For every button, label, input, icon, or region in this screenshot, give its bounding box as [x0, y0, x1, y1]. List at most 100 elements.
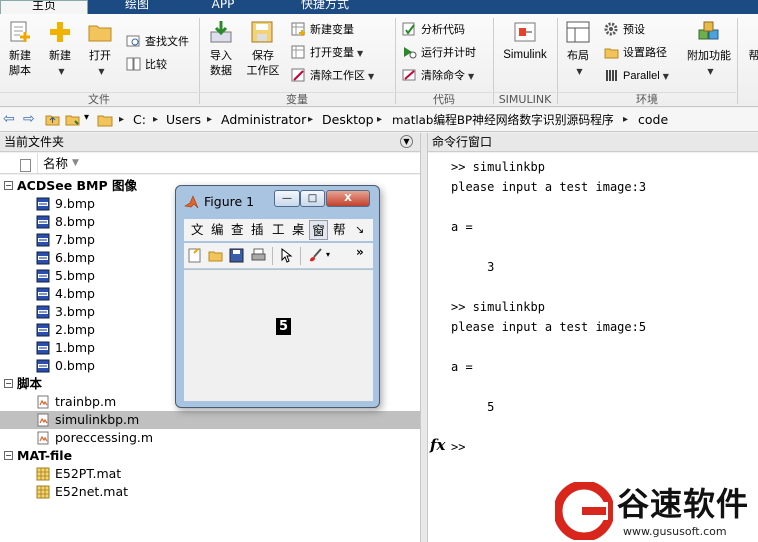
- find-files-button[interactable]: 查找文件: [126, 33, 189, 51]
- panel-menu-icon[interactable]: ▼: [400, 135, 413, 148]
- tab-shortcuts[interactable]: 快捷方式: [280, 0, 370, 14]
- new-script-icon: [7, 20, 33, 44]
- menu-insert[interactable]: 插: [251, 219, 264, 241]
- save-icon[interactable]: [229, 248, 244, 263]
- new-label: 新建 ▼: [44, 48, 76, 79]
- menu-file[interactable]: 文: [191, 219, 204, 241]
- tab-apps[interactable]: APP: [188, 0, 258, 14]
- file-row[interactable]: simulinkbp.m: [0, 411, 420, 429]
- breadcrumb-code[interactable]: code: [638, 112, 668, 128]
- command-line: a =: [451, 360, 473, 374]
- import-data-button[interactable]: 导入 数据: [203, 20, 239, 78]
- layout-label-text: 布局: [567, 49, 589, 62]
- help-button[interactable]: 帮: [744, 20, 758, 63]
- clear-workspace-button[interactable]: 清除工作区 ▼: [291, 67, 374, 85]
- new-button[interactable]: 新建 ▼: [44, 20, 76, 79]
- run-and-time-button[interactable]: 运行并计时: [402, 44, 476, 62]
- breadcrumb-separator[interactable]: ▸: [623, 112, 628, 128]
- current-folder-title: 当前文件夹 ▼: [0, 133, 420, 152]
- file-row[interactable]: E52net.mat: [0, 483, 420, 501]
- open-button[interactable]: 打开 ▼: [84, 20, 116, 79]
- breadcrumb-desktop[interactable]: Desktop: [322, 112, 374, 128]
- command-prompt[interactable]: >>: [451, 440, 465, 454]
- breadcrumb-administrator[interactable]: Administrator: [221, 112, 306, 128]
- back-arrow-icon[interactable]: ⇦: [3, 111, 15, 127]
- menu-edit[interactable]: 编: [211, 219, 224, 241]
- minimize-button[interactable]: —: [274, 190, 300, 207]
- breadcrumb-separator[interactable]: ▸: [308, 112, 313, 128]
- collapse-icon[interactable]: −: [4, 379, 13, 388]
- brush-icon[interactable]: [308, 248, 323, 263]
- chevron-down-icon: ▼: [662, 72, 669, 81]
- menu-tools[interactable]: 工: [272, 219, 285, 241]
- maximize-button[interactable]: □: [300, 190, 325, 207]
- tab-home[interactable]: 主页: [0, 0, 88, 14]
- breadcrumb-project[interactable]: matlab编程BP神经网络数字识别源码程序: [392, 112, 614, 128]
- print-icon[interactable]: [251, 248, 266, 263]
- matlab-desktop: 主页 绘图 APP 快捷方式 新建 脚本 新建 ▼ 打开 ▼ 查找文件 比较 文…: [0, 0, 758, 542]
- breadcrumb-separator[interactable]: ▸: [207, 112, 212, 128]
- file-name: 1.bmp: [55, 340, 95, 355]
- find-files-icon: [126, 34, 141, 48]
- close-button[interactable]: X: [326, 190, 370, 207]
- forward-arrow-icon[interactable]: ⇨: [23, 111, 35, 127]
- menu-view[interactable]: 查: [231, 219, 244, 241]
- add-ons-button[interactable]: 附加功能 ▼: [684, 20, 734, 79]
- figure-canvas[interactable]: 5: [184, 270, 373, 401]
- chevron-down-icon: ▼: [368, 72, 375, 81]
- watermark-url: www.gususoft.com: [623, 525, 727, 538]
- chevron-down-icon[interactable]: ▾: [84, 112, 89, 123]
- name-column-header[interactable]: 名称: [43, 153, 68, 174]
- open-variable-button[interactable]: 打开变量 ▼: [291, 44, 363, 62]
- preferences-button[interactable]: 预设: [604, 21, 645, 39]
- browse-folder-icon[interactable]: [65, 112, 80, 126]
- layout-button[interactable]: 布局 ▼: [562, 20, 594, 79]
- new-figure-icon[interactable]: [187, 248, 202, 263]
- new-variable-button[interactable]: 新建变量: [291, 21, 354, 39]
- file-group-label: 文件: [0, 92, 198, 106]
- file-row[interactable]: poreccessing.m: [0, 429, 420, 447]
- up-folder-icon[interactable]: [45, 112, 60, 126]
- new-script-button[interactable]: 新建 脚本: [3, 20, 37, 78]
- panel-splitter[interactable]: [420, 133, 428, 542]
- file-name: 9.bmp: [55, 196, 95, 211]
- tab-plots[interactable]: 绘图: [104, 0, 170, 14]
- file-row[interactable]: E52PT.mat: [0, 465, 420, 483]
- ribbon-tabbar: 主页 绘图 APP 快捷方式: [0, 0, 758, 14]
- menu-help[interactable]: 帮: [333, 219, 346, 241]
- chevron-down-icon: ▼: [468, 72, 475, 81]
- open-file-icon[interactable]: [208, 248, 223, 263]
- clear-commands-button[interactable]: 清除命令 ▼: [402, 67, 474, 85]
- function-browser-icon[interactable]: fx: [430, 436, 445, 454]
- breadcrumb-separator[interactable]: ▸: [377, 112, 382, 128]
- menu-overflow-icon[interactable]: ↘: [355, 219, 364, 241]
- analyze-code-button[interactable]: 分析代码: [402, 21, 465, 39]
- breadcrumb-users[interactable]: Users: [166, 112, 201, 128]
- menu-window[interactable]: 窗: [309, 220, 328, 240]
- file-name: 8.bmp: [55, 214, 95, 229]
- toolbar-separator: [272, 247, 273, 265]
- compare-button[interactable]: 比较: [126, 56, 167, 74]
- collapse-icon[interactable]: −: [4, 451, 13, 460]
- folder-icon: [87, 20, 113, 44]
- tree-group[interactable]: − MAT-file: [0, 447, 420, 465]
- collapse-icon[interactable]: −: [4, 181, 13, 190]
- chevron-down-icon[interactable]: ▾: [326, 250, 330, 259]
- save-workspace-button[interactable]: 保存 工作区: [244, 20, 282, 78]
- menu-desktop[interactable]: 桌: [292, 219, 305, 241]
- parallel-button[interactable]: Parallel ▼: [604, 67, 669, 85]
- chevron-down-icon: ▼: [707, 67, 714, 76]
- new-label-text: 新建: [49, 49, 71, 62]
- file-name: poreccessing.m: [55, 430, 154, 445]
- pointer-icon[interactable]: [279, 247, 294, 263]
- breadcrumb-separator[interactable]: ▸: [119, 112, 124, 128]
- breadcrumb-c[interactable]: C:: [133, 112, 146, 128]
- breadcrumb-separator[interactable]: ▸: [153, 112, 158, 128]
- toolbar-overflow-icon[interactable]: »: [356, 245, 364, 259]
- set-path-button[interactable]: 设置路径: [604, 44, 667, 62]
- help-icon: [747, 20, 758, 44]
- simulink-button[interactable]: Simulink: [498, 20, 552, 63]
- command-line: >> simulinkbp: [451, 300, 545, 314]
- figure-window[interactable]: Figure 1 — □ X 文 编 查 插 工 桌 窗 帮 ↘ ▾ » 5: [175, 185, 380, 408]
- command-line: >> simulinkbp: [451, 160, 545, 174]
